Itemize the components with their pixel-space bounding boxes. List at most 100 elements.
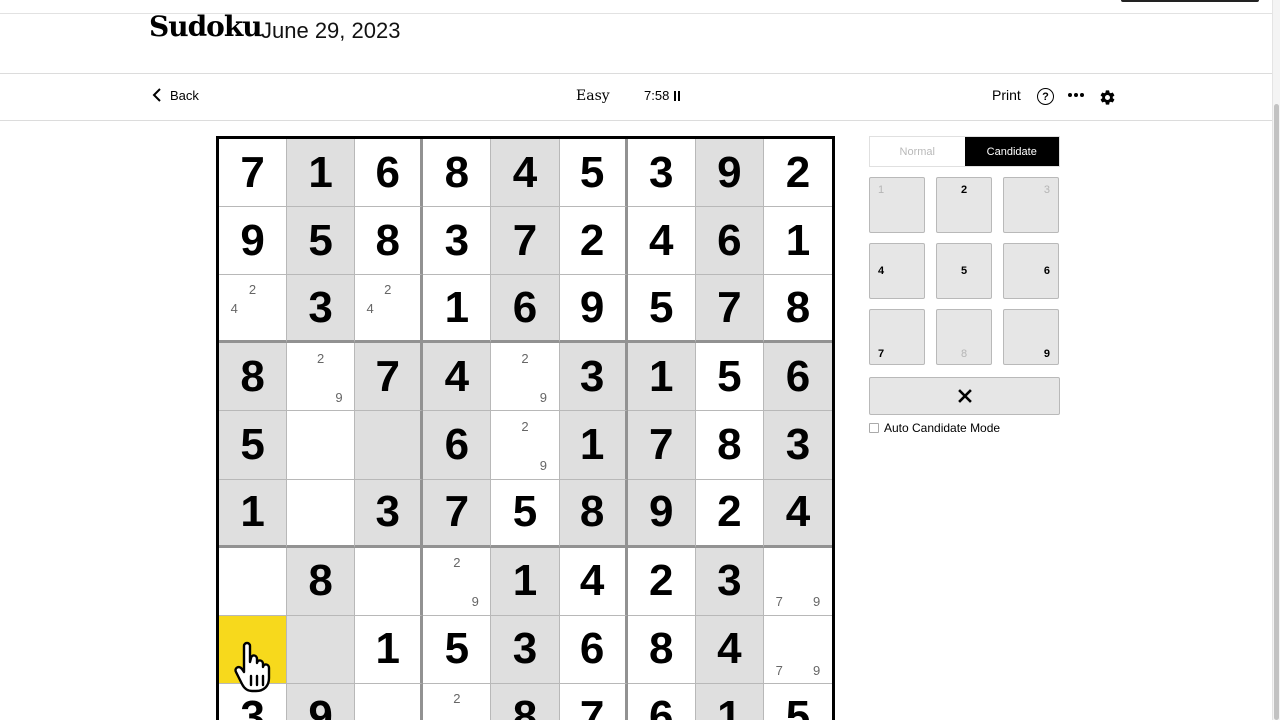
board-cell[interactable] (219, 615, 288, 684)
board-cell[interactable]: 2 (695, 479, 764, 548)
board-cell[interactable]: 5 (627, 275, 696, 344)
board-cell[interactable]: 5 (695, 343, 764, 412)
print-button[interactable]: Print (992, 87, 1021, 103)
board-cell[interactable]: 3 (559, 343, 628, 412)
board-cell[interactable]: 8 (559, 479, 628, 548)
board-cell[interactable]: 9 (219, 207, 288, 276)
auto-candidate-checkbox[interactable] (869, 423, 879, 433)
board-cell[interactable]: 3 (287, 275, 356, 344)
board-cell[interactable]: 7 (560, 683, 628, 720)
board-cell[interactable] (287, 615, 356, 684)
board-cell[interactable]: 2 (559, 207, 628, 276)
board-cell[interactable]: 4 (491, 139, 560, 208)
pause-icon[interactable] (674, 90, 681, 101)
board-cell[interactable] (355, 411, 424, 480)
board-cell[interactable] (355, 683, 424, 720)
normal-mode-button[interactable]: Normal (870, 137, 965, 166)
board-cell[interactable]: 6 (628, 683, 696, 720)
board-cell[interactable]: 24 (219, 275, 288, 344)
board-cell[interactable]: 3 (219, 683, 288, 720)
board-cell[interactable]: 3 (627, 139, 696, 208)
back-button[interactable]: Back (150, 87, 199, 103)
board-cell[interactable]: 5 (219, 411, 288, 480)
board-cell[interactable]: 7 (627, 411, 696, 480)
board-cell[interactable] (287, 411, 356, 480)
board-cell[interactable]: 6 (423, 411, 492, 480)
board-cell[interactable]: 9 (695, 139, 764, 208)
keypad-button-3[interactable]: 3 (1003, 177, 1059, 233)
board-cell[interactable]: 5 (764, 684, 832, 720)
board-cell[interactable]: 7 (491, 207, 560, 276)
board-cell[interactable]: 8 (219, 343, 288, 412)
board-cell[interactable]: 8 (355, 207, 424, 276)
board-cell[interactable]: 6 (695, 207, 764, 276)
board-cell[interactable]: 6 (491, 275, 560, 344)
board-cell[interactable]: 9 (559, 275, 628, 344)
keypad-button-1[interactable]: 1 (869, 177, 925, 233)
board-cell[interactable]: 5 (491, 479, 560, 548)
board-cell[interactable]: 3 (423, 207, 492, 276)
account-button[interactable] (1121, 0, 1259, 2)
board-cell[interactable]: 2 (423, 683, 492, 720)
board-cell[interactable]: 24 (355, 275, 424, 344)
board-cell[interactable]: 29 (287, 343, 356, 412)
keypad-button-4[interactable]: 4 (869, 243, 925, 299)
keypad-button-9[interactable]: 9 (1003, 309, 1059, 365)
board-cell[interactable]: 1 (287, 139, 356, 208)
board-cell[interactable]: 6 (763, 343, 832, 412)
board-cell[interactable]: 29 (491, 411, 560, 480)
board-cell[interactable]: 1 (627, 343, 696, 412)
board-cell[interactable]: 5 (287, 207, 356, 276)
board-cell[interactable] (355, 547, 424, 616)
board-cell[interactable]: 4 (627, 207, 696, 276)
gear-icon[interactable] (1099, 89, 1116, 106)
board-cell[interactable]: 3 (355, 479, 424, 548)
board-cell[interactable]: 1 (559, 411, 628, 480)
board-cell[interactable]: 8 (627, 615, 696, 684)
board-cell[interactable]: 5 (559, 139, 628, 208)
board-cell[interactable]: 9 (627, 479, 696, 548)
board-cell[interactable] (287, 479, 356, 548)
board-cell[interactable]: 1 (219, 479, 288, 548)
board-cell[interactable]: 3 (763, 411, 832, 480)
board-cell[interactable]: 79 (763, 616, 832, 684)
board-cell[interactable]: 3 (491, 615, 560, 684)
board-cell[interactable]: 2 (627, 547, 696, 616)
board-cell[interactable]: 2 (763, 139, 832, 208)
candidate-mode-button[interactable]: Candidate (964, 137, 1059, 166)
board-cell[interactable]: 8 (287, 547, 356, 616)
board-cell[interactable]: 7 (219, 139, 288, 208)
board-cell[interactable]: 6 (559, 615, 628, 684)
board-cell[interactable]: 4 (695, 615, 764, 684)
help-icon[interactable]: ? (1037, 88, 1054, 105)
more-icon[interactable] (1068, 87, 1084, 103)
keypad-button-6[interactable]: 6 (1003, 243, 1059, 299)
board-cell[interactable]: 7 (695, 275, 764, 344)
keypad-button-8[interactable]: 8 (936, 309, 992, 365)
board-cell[interactable]: 8 (695, 411, 764, 480)
board-cell[interactable]: 4 (763, 479, 832, 548)
board-cell[interactable]: 1 (491, 547, 560, 616)
board-cell[interactable]: 1 (695, 683, 764, 720)
board-cell[interactable]: 79 (763, 548, 832, 616)
board-cell[interactable]: 4 (559, 547, 628, 616)
board-cell[interactable]: 9 (287, 683, 356, 720)
board-cell[interactable]: 8 (763, 275, 832, 344)
board-cell[interactable]: 8 (491, 683, 560, 720)
erase-button[interactable] (869, 377, 1060, 415)
keypad-button-7[interactable]: 7 (869, 309, 925, 365)
board-cell[interactable]: 1 (423, 275, 492, 344)
board-cell[interactable]: 4 (423, 343, 492, 412)
board-cell[interactable]: 1 (763, 207, 832, 276)
board-cell[interactable]: 7 (423, 479, 492, 548)
board-cell[interactable]: 6 (355, 139, 424, 208)
scrollbar-thumb[interactable] (1274, 104, 1279, 720)
board-cell[interactable]: 1 (355, 615, 424, 684)
board-cell[interactable]: 29 (423, 547, 492, 616)
board-cell[interactable]: 29 (491, 343, 560, 412)
keypad-button-2[interactable]: 2 (936, 177, 992, 233)
board-cell[interactable]: 8 (423, 139, 492, 208)
board-cell[interactable] (219, 547, 288, 616)
board-cell[interactable]: 5 (423, 615, 492, 684)
board-cell[interactable]: 3 (695, 547, 764, 616)
